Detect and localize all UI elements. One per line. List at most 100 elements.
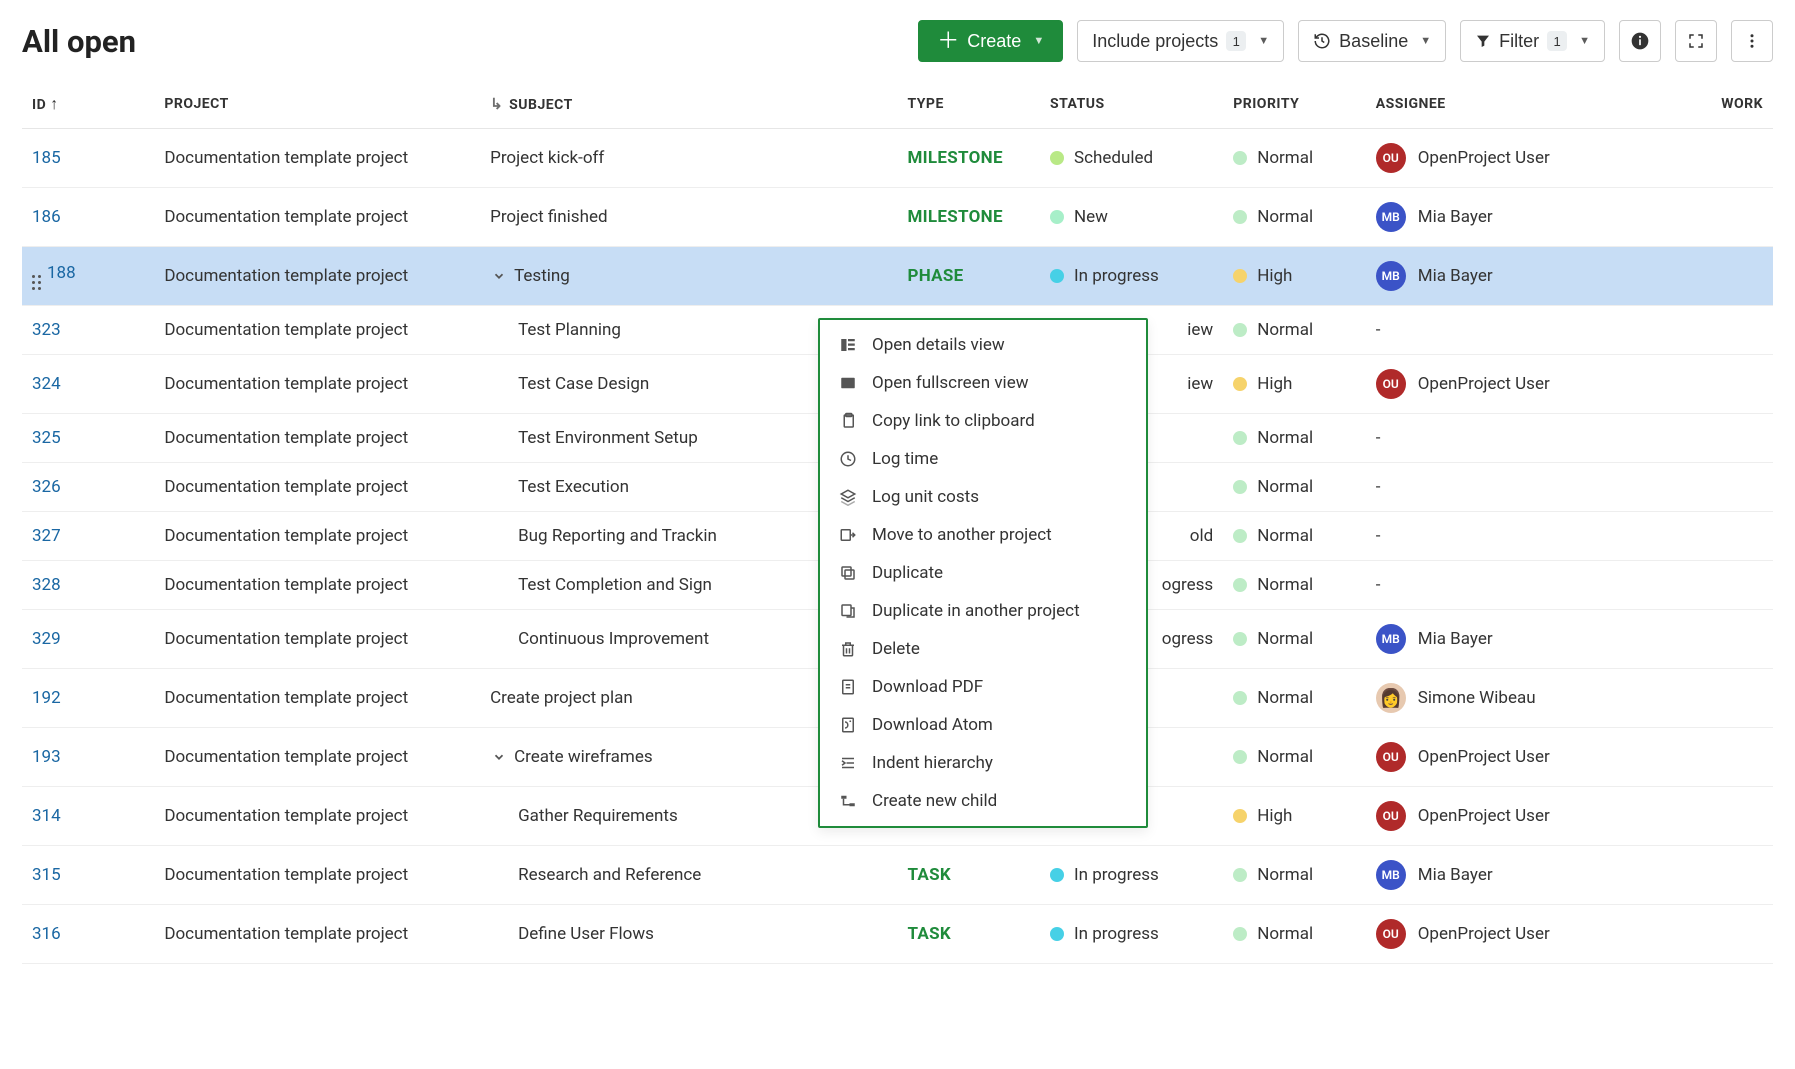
filter-icon — [1475, 33, 1491, 49]
subject-text[interactable]: Test Case Design — [518, 374, 649, 394]
context-menu-item[interactable]: Open fullscreen view — [820, 364, 1146, 402]
subject-text[interactable]: Test Completion and Sign — [518, 575, 712, 595]
context-menu-item[interactable]: Move to another project — [820, 516, 1146, 554]
context-menu-item[interactable]: Duplicate in another project — [820, 592, 1146, 630]
avatar: OU — [1376, 801, 1406, 831]
type-cell: TASK — [897, 846, 1040, 905]
context-menu-item[interactable]: Create new child — [820, 782, 1146, 820]
subject-text[interactable]: Test Environment Setup — [518, 428, 698, 448]
work-package-id-link[interactable]: 328 — [32, 575, 61, 595]
work-cell — [1681, 610, 1773, 669]
context-menu-item[interactable]: Download Atom — [820, 706, 1146, 744]
work-package-id-link[interactable]: 188 — [47, 263, 76, 283]
subject-text[interactable]: Test Execution — [518, 477, 629, 497]
subject-text[interactable]: Define User Flows — [518, 924, 654, 944]
column-header-type[interactable]: TYPE — [897, 76, 1040, 129]
priority-dot-icon — [1233, 809, 1247, 823]
project-cell: Documentation template project — [154, 610, 480, 669]
fullscreen-toggle-button[interactable] — [1675, 20, 1717, 62]
context-menu-item-label: Copy link to clipboard — [872, 411, 1035, 431]
chevron-down-icon: ▼ — [1420, 35, 1431, 47]
context-menu-item[interactable]: Delete — [820, 630, 1146, 668]
work-package-id-link[interactable]: 316 — [32, 924, 61, 944]
context-menu-item-label: Open fullscreen view — [872, 373, 1028, 393]
work-package-id-link[interactable]: 315 — [32, 865, 61, 885]
table-row[interactable]: 188 Documentation template project Testing… — [22, 247, 1773, 306]
context-menu-item[interactable]: Duplicate — [820, 554, 1146, 592]
priority-cell: Normal — [1223, 512, 1366, 561]
project-cell: Documentation template project — [154, 669, 480, 728]
column-header-work[interactable]: WORK — [1681, 76, 1773, 129]
filter-button[interactable]: Filter 1 ▼ — [1460, 20, 1605, 62]
context-menu-item[interactable]: Download PDF — [820, 668, 1146, 706]
baseline-button[interactable]: Baseline ▼ — [1298, 20, 1446, 62]
context-menu-item-label: Download Atom — [872, 715, 993, 735]
filter-label: Filter — [1499, 31, 1539, 52]
work-package-id-link[interactable]: 324 — [32, 374, 61, 394]
table-row[interactable]: 186Documentation template projectProject… — [22, 188, 1773, 247]
subject-text[interactable]: Project kick-off — [490, 148, 604, 168]
subject-text[interactable]: Test Planning — [518, 320, 621, 340]
subject-text[interactable]: Gather Requirements — [518, 806, 678, 826]
type-cell: MILESTONE — [897, 188, 1040, 247]
work-cell — [1681, 512, 1773, 561]
work-package-id-link[interactable]: 327 — [32, 526, 61, 546]
subject-text[interactable]: Project finished — [490, 207, 607, 227]
table-row[interactable]: 316Documentation template projectDefine … — [22, 905, 1773, 964]
info-button[interactable] — [1619, 20, 1661, 62]
context-menu-item[interactable]: Log time — [820, 440, 1146, 478]
chevron-down-icon[interactable] — [490, 748, 508, 766]
priority-dot-icon — [1233, 578, 1247, 592]
info-icon — [1630, 31, 1650, 51]
work-package-id-link[interactable]: 185 — [32, 148, 61, 168]
work-cell — [1681, 306, 1773, 355]
subject-text[interactable]: Testing — [514, 266, 570, 286]
work-package-id-link[interactable]: 193 — [32, 747, 61, 767]
work-package-id-link[interactable]: 314 — [32, 806, 61, 826]
sort-asc-icon: ↑ — [50, 94, 59, 113]
subject-text[interactable]: Bug Reporting and Trackin — [518, 526, 717, 546]
assignee-cell: OUOpenProject User — [1366, 728, 1682, 787]
chevron-down-icon[interactable] — [490, 267, 508, 285]
subject-text[interactable]: Research and Reference — [518, 865, 701, 885]
status-cell: In progress — [1040, 905, 1223, 964]
subject-text[interactable]: Create wireframes — [514, 747, 653, 767]
project-cell: Documentation template project — [154, 561, 480, 610]
project-cell: Documentation template project — [154, 247, 480, 306]
column-header-status[interactable]: STATUS — [1040, 76, 1223, 129]
avatar: 👩 — [1376, 683, 1406, 713]
assignee-cell: - — [1366, 414, 1682, 463]
more-menu-button[interactable] — [1731, 20, 1773, 62]
work-package-id-link[interactable]: 325 — [32, 428, 61, 448]
assignee-cell: - — [1366, 561, 1682, 610]
history-icon — [1313, 32, 1331, 50]
priority-cell: Normal — [1223, 610, 1366, 669]
priority-cell: Normal — [1223, 669, 1366, 728]
work-package-id-link[interactable]: 329 — [32, 629, 61, 649]
column-header-id[interactable]: ID↑ — [22, 76, 154, 129]
subject-text[interactable]: Continuous Improvement — [518, 629, 709, 649]
table-row[interactable]: 185Documentation template projectProject… — [22, 129, 1773, 188]
priority-cell: High — [1223, 247, 1366, 306]
create-button[interactable]: ＋ Create ▼ — [918, 20, 1063, 62]
context-menu-item[interactable]: Open details view — [820, 326, 1146, 364]
column-header-priority[interactable]: PRIORITY — [1223, 76, 1366, 129]
column-header-subject[interactable]: ↳SUBJECT — [480, 76, 897, 129]
work-package-id-link[interactable]: 326 — [32, 477, 61, 497]
column-header-assignee[interactable]: ASSIGNEE — [1366, 76, 1682, 129]
work-package-id-link[interactable]: 186 — [32, 207, 61, 227]
subject-text[interactable]: Create project plan — [490, 688, 633, 708]
page-title: All open — [22, 23, 136, 60]
column-header-project[interactable]: PROJECT — [154, 76, 480, 129]
include-projects-button[interactable]: Include projects 1 ▼ — [1077, 20, 1284, 62]
context-menu-item[interactable]: Copy link to clipboard — [820, 402, 1146, 440]
context-menu-item-label: Log time — [872, 449, 938, 469]
drag-handle-icon[interactable] — [32, 275, 47, 290]
work-package-id-link[interactable]: 192 — [32, 688, 61, 708]
context-menu-item[interactable]: Log unit costs — [820, 478, 1146, 516]
table-row[interactable]: 315 Documentation template project Researc… — [22, 846, 1773, 905]
project-cell: Documentation template project — [154, 846, 480, 905]
assignee-cell: - — [1366, 463, 1682, 512]
work-package-id-link[interactable]: 323 — [32, 320, 61, 340]
context-menu-item[interactable]: Indent hierarchy — [820, 744, 1146, 782]
